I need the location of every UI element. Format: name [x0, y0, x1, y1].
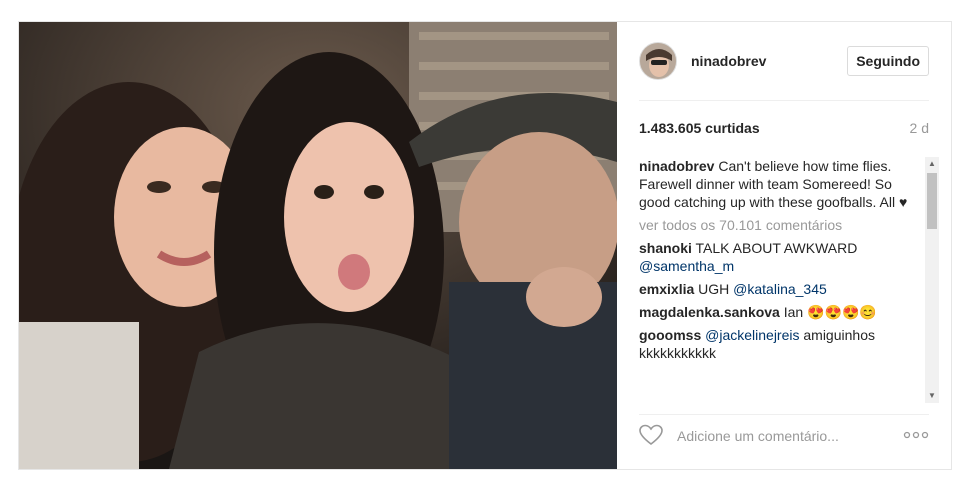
likes-count[interactable]: 1.483.605 curtidas	[639, 120, 760, 136]
scroll-up-icon[interactable]: ▲	[925, 157, 939, 171]
partial-comment: ▂▂▂▂▂▂▂▂▂▂▂▂▂	[639, 367, 939, 375]
add-comment-row	[639, 420, 929, 454]
comment-text: TALK ABOUT AWKWARD	[695, 240, 858, 256]
comment-mention[interactable]: @samentha_m	[639, 258, 734, 274]
caption: ninadobrev Can't believe how time flies.…	[639, 157, 939, 211]
post-photo[interactable]	[19, 22, 617, 469]
more-options-icon[interactable]	[903, 428, 929, 442]
add-comment-input[interactable]	[675, 424, 889, 448]
post-header: ninadobrev Seguindo	[639, 42, 929, 82]
comments-scrollbar[interactable]: ▲ ▼	[925, 157, 939, 403]
comment-mention[interactable]: @katalina_345	[733, 281, 827, 297]
comment-item: gooomss @jackelinejreis amiguinhos kkkkk…	[639, 326, 939, 362]
post-card: ninadobrev Seguindo 1.483.605 curtidas 2…	[18, 21, 952, 470]
avatar-image	[640, 43, 676, 79]
heart-outline-icon[interactable]	[639, 424, 663, 446]
comment-text: Ian 😍😍😍😊	[783, 304, 877, 320]
scroll-thumb[interactable]	[927, 173, 937, 229]
comment-text: UGH	[698, 281, 730, 297]
comment-item: emxixlia UGH @katalina_345	[639, 280, 939, 298]
selfie-image	[19, 22, 617, 469]
following-button[interactable]: Seguindo	[847, 46, 929, 76]
comment-author[interactable]: gooomss	[639, 327, 701, 343]
comment-author[interactable]: emxixlia	[639, 281, 694, 297]
comment-mention[interactable]: @jackelinejreis	[705, 327, 799, 343]
comment-item: magdalenka.sankova Ian 😍😍😍😊	[639, 303, 939, 321]
comment-item: shanoki TALK ABOUT AWKWARD @samentha_m	[639, 239, 939, 275]
avatar[interactable]	[639, 42, 677, 80]
header-divider	[639, 100, 929, 101]
post-time[interactable]: 2 d	[910, 120, 929, 136]
footer-divider	[639, 414, 929, 415]
scroll-down-icon[interactable]: ▼	[925, 389, 939, 403]
post-sidebar: ninadobrev Seguindo 1.483.605 curtidas 2…	[617, 22, 951, 469]
caption-author[interactable]: ninadobrev	[639, 158, 714, 174]
view-all-comments-link[interactable]: ver todos os 70.101 comentários	[639, 216, 939, 234]
comment-author[interactable]: magdalenka.sankova	[639, 304, 780, 320]
likes-row: 1.483.605 curtidas 2 d	[639, 120, 929, 140]
post-username[interactable]: ninadobrev	[691, 53, 766, 69]
comment-author[interactable]: shanoki	[639, 240, 692, 256]
comments-list[interactable]: ninadobrev Can't believe how time flies.…	[639, 157, 939, 403]
more-dots-glyph	[903, 431, 929, 439]
